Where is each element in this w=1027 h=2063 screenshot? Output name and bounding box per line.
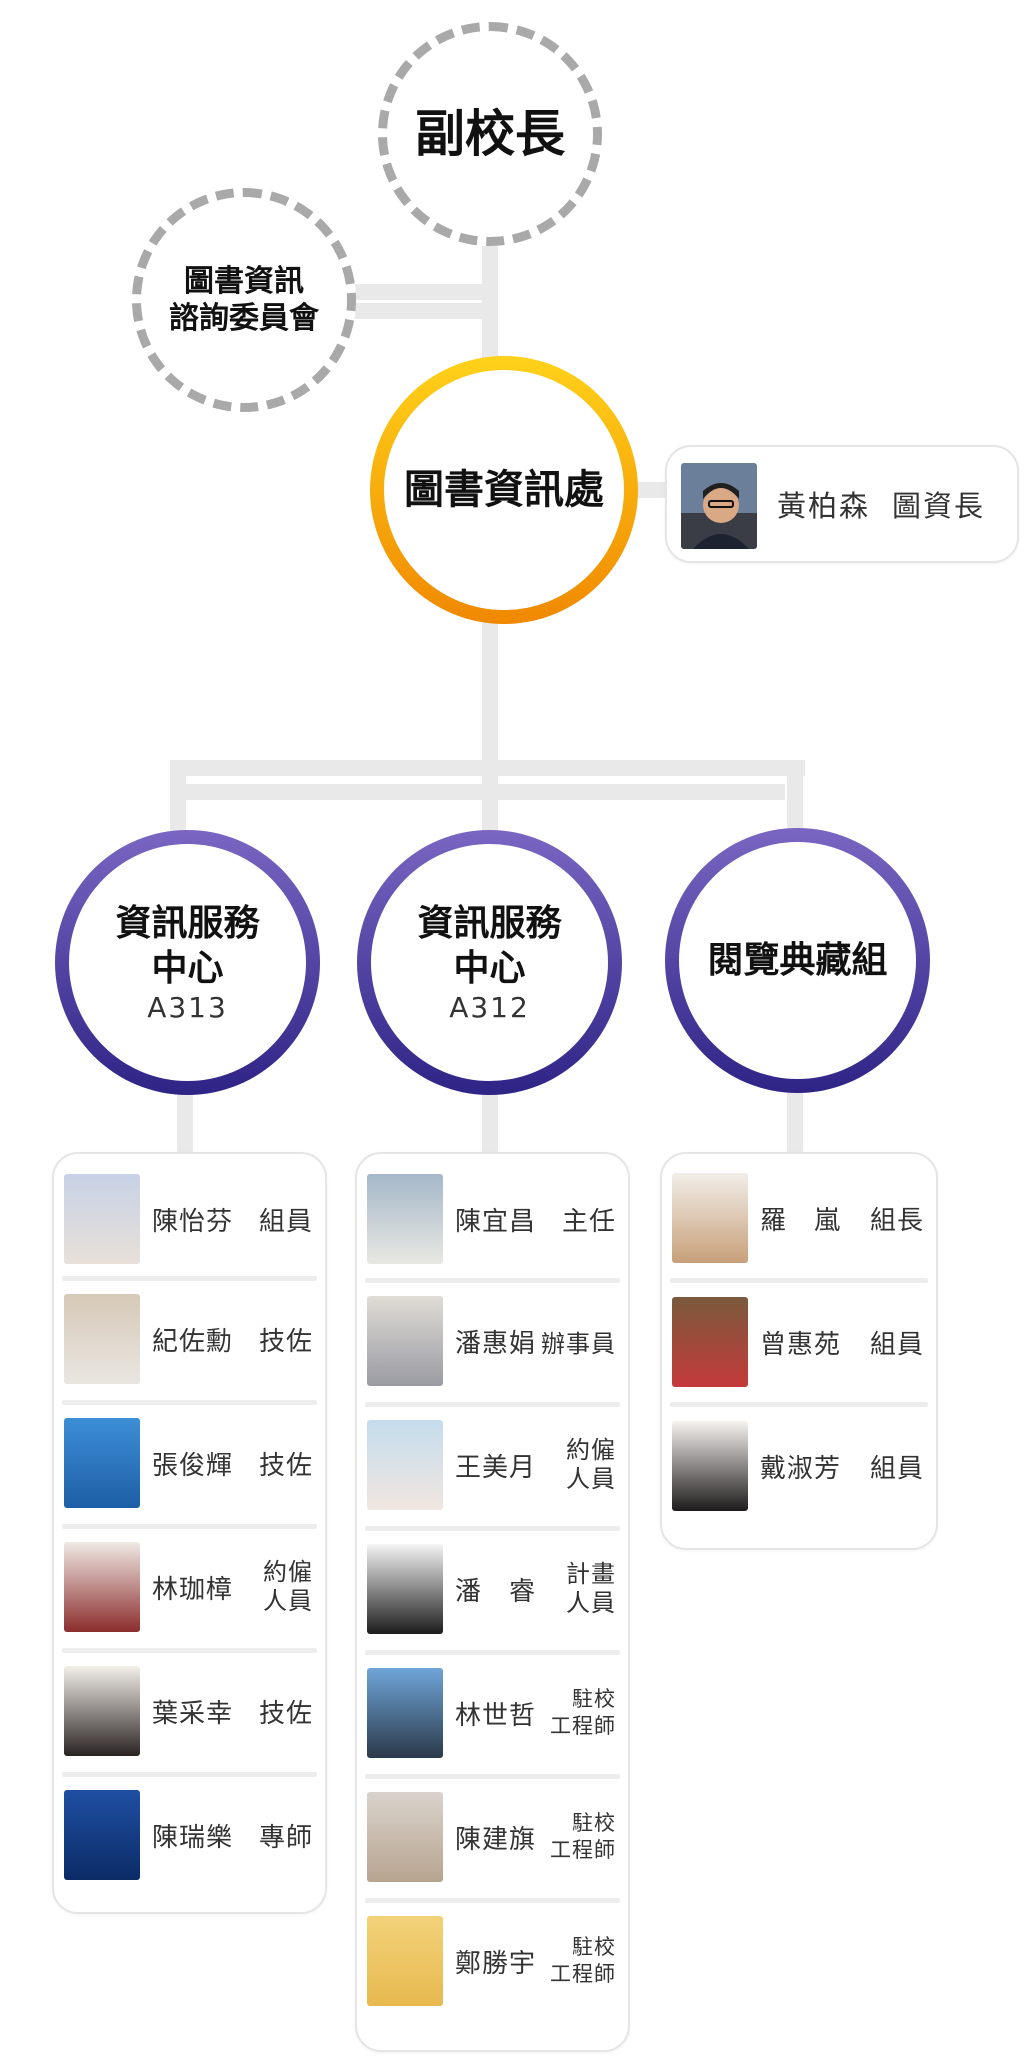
staff-card-dept-1: 陳怡芬 組員 紀佐勳 技佐 張俊輝 技佐 林珈樟 約僱 人員 葉采幸 技佐 陳瑞… (52, 1152, 327, 1914)
staff-photo (672, 1297, 748, 1387)
node-advisory-committee: 圖書資訊 諮詢委員會 (132, 188, 356, 412)
staff-name: 陳宜昌 (455, 1206, 537, 1237)
staff-title: 組員 (869, 1329, 924, 1360)
staff-photo (64, 1294, 140, 1384)
staff-name: 鄭勝宇 (455, 1948, 537, 1979)
staff-row: 陳建旗 駐校 工程師 (365, 1782, 620, 1892)
dept-3-title: 閱覽典藏組 (707, 940, 888, 981)
staff-name: 王美月 (455, 1452, 537, 1483)
node-dept-reading-collection: 閱覽典藏組 (665, 828, 930, 1093)
staff-row: 戴淑芳 組員 (670, 1410, 928, 1522)
row-divider (62, 1648, 317, 1653)
staff-title: 辦事員 (541, 1329, 616, 1358)
row-divider (670, 1402, 928, 1407)
staff-row: 陳怡芬 組員 (62, 1164, 317, 1274)
row-divider (365, 1278, 620, 1283)
vice-president-label: 副校長 (415, 104, 565, 163)
staff-row: 林珈樟 約僱 人員 (62, 1532, 317, 1642)
staff-name: 林世哲 (455, 1700, 537, 1731)
staff-title: 技佐 (258, 1698, 313, 1729)
staff-photo (672, 1173, 748, 1263)
node-library-office: 圖書資訊處 (370, 356, 638, 624)
staff-photo (367, 1544, 443, 1634)
director-title: 圖資長 (892, 489, 986, 523)
dept-2-room: A312 (449, 991, 530, 1024)
row-divider (670, 1278, 928, 1283)
staff-title: 駐校 工程師 (550, 1810, 616, 1862)
row-divider (365, 1650, 620, 1655)
staff-title: 組員 (258, 1206, 313, 1237)
staff-name: 陳建旗 (455, 1824, 537, 1855)
staff-name: 潘 睿 (455, 1576, 537, 1607)
staff-title: 組員 (869, 1453, 924, 1484)
staff-title: 專師 (258, 1822, 313, 1853)
staff-row: 陳宜昌 主任 (365, 1164, 620, 1274)
staff-photo (64, 1174, 140, 1264)
node-dept-info-service-a313: 資訊服務 中心 A313 (55, 830, 320, 1095)
staff-name: 林珈樟 (152, 1574, 234, 1605)
row-divider (62, 1276, 317, 1281)
staff-row: 張俊輝 技佐 (62, 1408, 317, 1518)
staff-title: 約僱 人員 (566, 1436, 616, 1493)
staff-name: 戴淑芳 (760, 1453, 842, 1484)
staff-title: 主任 (561, 1206, 616, 1237)
staff-row: 潘 睿 計畫 人員 (365, 1534, 620, 1644)
staff-row: 葉采幸 技佐 (62, 1656, 317, 1766)
row-divider (365, 1402, 620, 1407)
row-divider (62, 1772, 317, 1777)
row-divider (365, 1898, 620, 1903)
staff-row: 王美月 約僱 人員 (365, 1410, 620, 1520)
staff-photo (672, 1421, 748, 1511)
staff-row: 陳瑞樂 專師 (62, 1780, 317, 1890)
staff-title: 組長 (869, 1205, 924, 1236)
director-card: 黃柏森 圖資長 (665, 445, 1019, 563)
staff-photo (64, 1542, 140, 1632)
staff-name: 葉采幸 (152, 1698, 234, 1729)
node-dept-info-service-a312: 資訊服務 中心 A312 (357, 830, 622, 1095)
staff-card-dept-2: 陳宜昌 主任 潘惠娟 辦事員 王美月 約僱 人員 潘 睿 計畫 人員 林世哲 駐… (355, 1152, 630, 2052)
library-office-label: 圖書資訊處 (404, 467, 604, 513)
staff-photo (367, 1174, 443, 1264)
dept-1-room: A313 (147, 991, 228, 1024)
staff-card-dept-3: 羅 嵐 組長 曾惠苑 組員 戴淑芳 組員 (660, 1152, 938, 1550)
dept-2-title: 資訊服務 中心 (417, 903, 562, 989)
row-divider (62, 1400, 317, 1405)
staff-row: 林世哲 駐校 工程師 (365, 1658, 620, 1768)
staff-photo (64, 1790, 140, 1880)
staff-name: 潘惠娟 (455, 1328, 537, 1359)
staff-title: 駐校 工程師 (550, 1686, 616, 1738)
staff-name: 曾惠苑 (760, 1329, 842, 1360)
staff-row: 潘惠娟 辦事員 (365, 1286, 620, 1396)
staff-photo (367, 1916, 443, 2006)
staff-photo (64, 1418, 140, 1508)
staff-title: 技佐 (258, 1326, 313, 1357)
row-divider (365, 1526, 620, 1531)
dept-1-title: 資訊服務 中心 (115, 903, 260, 989)
director-photo (681, 463, 757, 549)
staff-name: 羅 嵐 (760, 1205, 842, 1236)
staff-row: 曾惠苑 組員 (670, 1286, 928, 1398)
row-divider (365, 1774, 620, 1779)
staff-photo (367, 1668, 443, 1758)
staff-name: 紀佐勳 (152, 1326, 234, 1357)
staff-name: 陳怡芬 (152, 1206, 234, 1237)
staff-name: 陳瑞樂 (152, 1822, 234, 1853)
staff-title: 約僱 人員 (263, 1558, 313, 1615)
staff-row: 羅 嵐 組長 (670, 1162, 928, 1274)
staff-photo (367, 1420, 443, 1510)
staff-photo (367, 1792, 443, 1882)
staff-photo (367, 1296, 443, 1386)
row-divider (62, 1524, 317, 1529)
staff-photo (64, 1666, 140, 1756)
advisory-committee-label: 圖書資訊 諮詢委員會 (169, 263, 319, 337)
staff-title: 計畫 人員 (566, 1560, 616, 1617)
director-name: 黃柏森 (777, 489, 871, 523)
staff-row: 紀佐勳 技佐 (62, 1284, 317, 1394)
staff-name: 張俊輝 (152, 1450, 234, 1481)
staff-title: 駐校 工程師 (550, 1934, 616, 1986)
staff-row: 鄭勝宇 駐校 工程師 (365, 1906, 620, 2016)
staff-title: 技佐 (258, 1450, 313, 1481)
node-vice-president: 副校長 (378, 22, 602, 246)
